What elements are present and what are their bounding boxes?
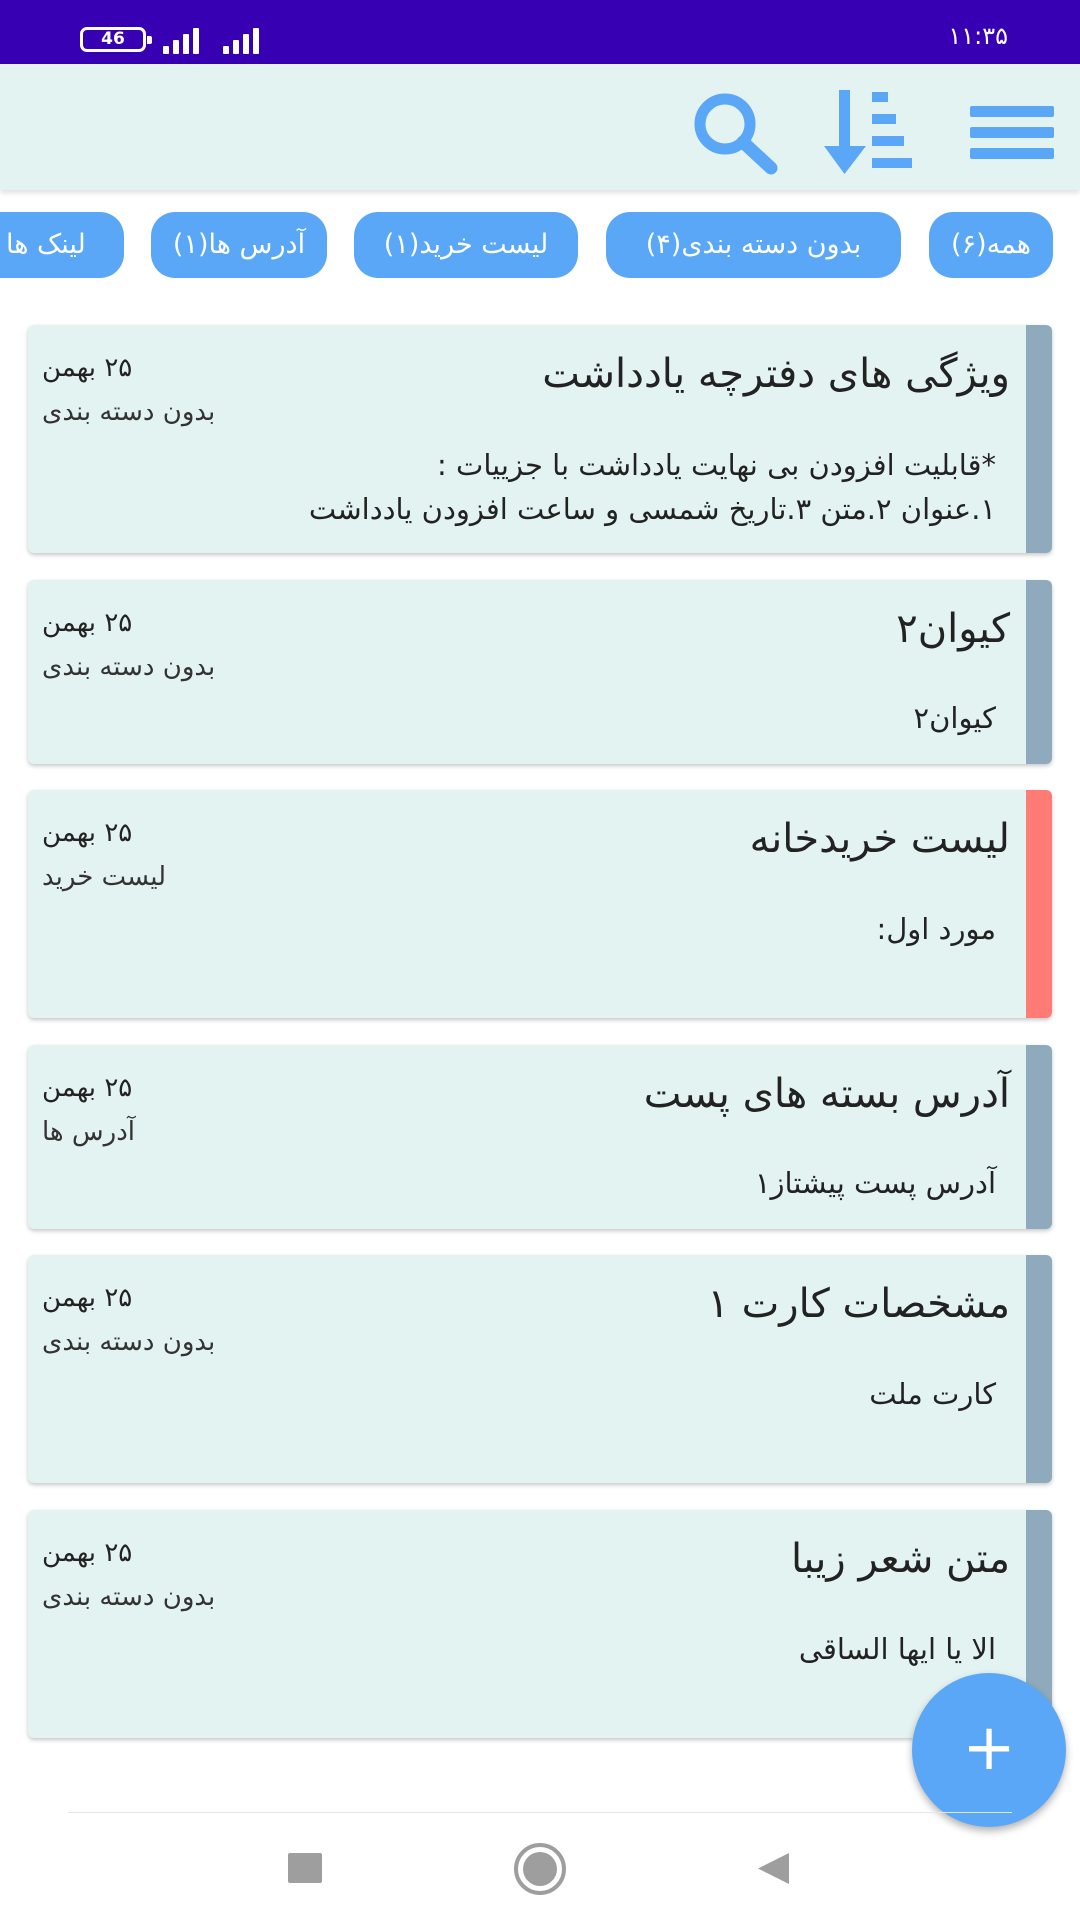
note-body-line: الا یا ایها الساقی (798, 1632, 996, 1666)
triangle-back-icon (758, 1853, 789, 1884)
note-body-line: *قابلیت افزودن بی نهایت یادداشت با جزییا… (437, 448, 996, 482)
note-date: ۲۵ بهمن (42, 818, 133, 848)
note-card[interactable]: لیست خریدخانه ۲۵ بهمن لیست خرید مورد اول… (28, 790, 1052, 1018)
filter-chip-all[interactable]: همه(۶) (929, 212, 1053, 278)
filter-chip-addresses[interactable]: آدرس ها(۱) (151, 212, 327, 278)
notes-screen: 46 ۱۱:۳۵ همه(۶) بدون دسته بندی(۴) لیست خ… (0, 0, 1080, 1920)
note-date: ۲۵ بهمن (42, 608, 133, 638)
note-category: آدرس ها (42, 1117, 135, 1147)
circle-home-icon (514, 1843, 566, 1895)
search-icon (694, 93, 778, 175)
note-date: ۲۵ بهمن (42, 1073, 133, 1103)
note-title: ویژگی های دفترچه یادداشت (542, 351, 1010, 397)
note-body-line: آدرس پست پیشتاز۱ (754, 1166, 996, 1200)
note-card[interactable]: آدرس بسته های پست ۲۵ بهمن آدرس ها آدرس پ… (28, 1045, 1052, 1229)
note-body-line: ۱.عنوان ۲.متن ۳.تاریخ شمسی و ساعت افزودن… (308, 492, 996, 526)
note-body: *قابلیت افزودن بی نهایت یادداشت با جزییا… (309, 443, 996, 531)
signal-icon (223, 24, 269, 54)
filter-chip-links[interactable]: لینک ها (0, 212, 124, 278)
search-button[interactable] (685, 84, 781, 180)
battery-level: 46 (101, 29, 125, 49)
note-date: ۲۵ بهمن (42, 1538, 133, 1568)
status-bar: 46 ۱۱:۳۵ (0, 0, 1080, 64)
note-body: مورد اول: (876, 907, 996, 951)
note-category: بدون دسته بندی (42, 652, 216, 682)
sort-descending-icon (824, 90, 912, 174)
note-card[interactable]: ویژگی های دفترچه یادداشت ۲۵ بهمن بدون دس… (28, 325, 1052, 553)
note-color-stripe (1026, 325, 1052, 553)
note-body-line: کیوان۲ (913, 701, 996, 735)
note-color-stripe (1026, 1255, 1052, 1483)
note-title: لیست خریدخانه (749, 816, 1010, 862)
note-category: بدون دسته بندی (42, 1327, 216, 1357)
note-body: کارت ملت (869, 1372, 996, 1416)
menu-button[interactable] (964, 84, 1060, 180)
note-body-line: کارت ملت (869, 1377, 996, 1411)
note-card[interactable]: مشخصات کارت ۱ ۲۵ بهمن بدون دسته بندی کار… (28, 1255, 1052, 1483)
note-title: مشخصات کارت ۱ (707, 1281, 1010, 1327)
filter-chip-shopping-list[interactable]: لیست خرید(۱) (354, 212, 578, 278)
back-button[interactable] (733, 1840, 813, 1900)
note-date: ۲۵ بهمن (42, 1283, 133, 1313)
status-time: ۱۱:۳۵ (948, 22, 1008, 50)
note-category: بدون دسته بندی (42, 1582, 216, 1612)
note-title: کیوان۲ (896, 606, 1010, 652)
add-note-button[interactable]: + (912, 1673, 1066, 1827)
nav-divider (68, 1812, 1012, 1813)
note-card[interactable]: کیوان۲ ۲۵ بهمن بدون دسته بندی کیوان۲ (28, 580, 1052, 764)
note-color-stripe (1026, 790, 1052, 1018)
sort-button[interactable] (822, 84, 918, 180)
hamburger-menu-icon (970, 106, 1054, 159)
note-category: لیست خرید (42, 862, 167, 892)
signal-icon (163, 24, 209, 54)
note-body: الا یا ایها الساقی (799, 1627, 996, 1671)
note-color-stripe (1026, 1045, 1052, 1229)
battery-icon: 46 (80, 27, 152, 52)
add-icon: + (962, 1711, 1016, 1785)
note-body: آدرس پست پیشتاز۱ (755, 1161, 996, 1205)
note-category: بدون دسته بندی (42, 397, 216, 427)
top-toolbar (0, 64, 1080, 190)
recents-button[interactable] (265, 1840, 345, 1900)
square-recents-icon (288, 1853, 322, 1883)
note-title: متن شعر زیبا (791, 1536, 1010, 1582)
filter-chip-uncategorized[interactable]: بدون دسته بندی(۴) (606, 212, 901, 278)
note-body: کیوان۲ (914, 696, 996, 740)
note-color-stripe (1026, 580, 1052, 764)
note-date: ۲۵ بهمن (42, 353, 133, 383)
home-button[interactable] (500, 1840, 580, 1900)
note-title: آدرس بسته های پست (643, 1071, 1010, 1117)
note-card[interactable]: متن شعر زیبا ۲۵ بهمن بدون دسته بندی الا … (28, 1510, 1052, 1738)
note-body-line: مورد اول: (876, 912, 996, 946)
category-filter-bar[interactable]: همه(۶) بدون دسته بندی(۴) لیست خرید(۱) آد… (0, 212, 1080, 278)
